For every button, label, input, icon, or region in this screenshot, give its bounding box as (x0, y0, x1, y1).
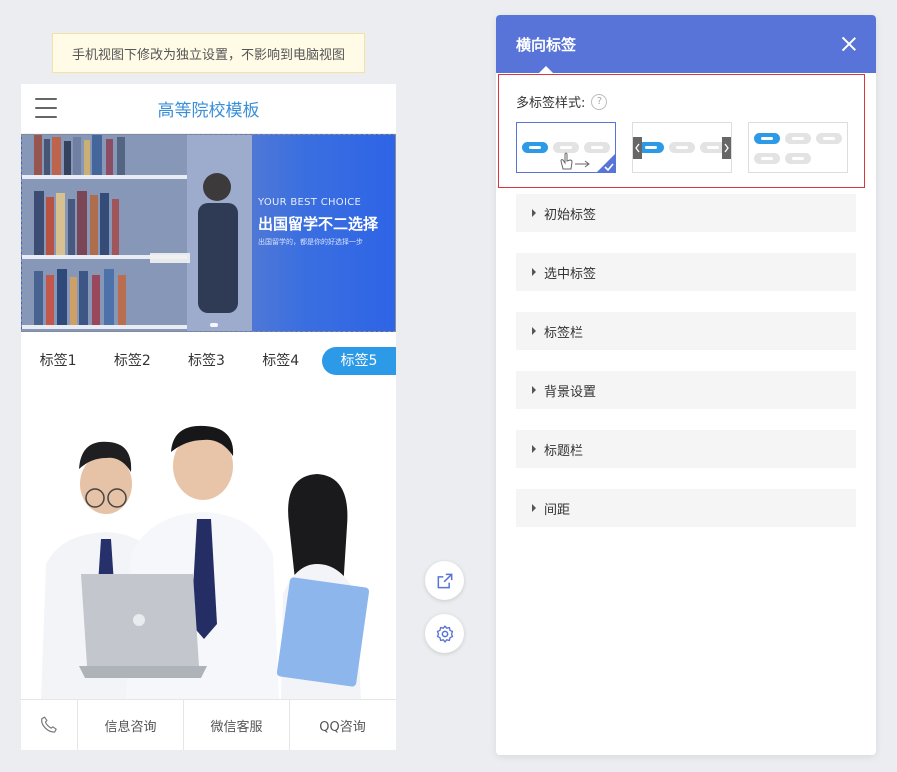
hand-swipe-icon (560, 152, 590, 170)
section-label: 间距 (544, 502, 571, 518)
share-button[interactable] (425, 561, 464, 600)
section-label: 背景设置 (544, 384, 597, 400)
panel-title: 横向标签 (516, 35, 577, 54)
banner-subtext: 出国留学的，都是你的好选择一步 (258, 238, 363, 246)
section-label: 标题栏 (544, 443, 584, 459)
students-photo (21, 414, 396, 700)
section-spacing[interactable]: 间距 (516, 489, 856, 527)
expand-arrow-icon (532, 445, 536, 453)
section-label: 初始标签 (544, 207, 597, 223)
style-option-arrows[interactable] (632, 122, 732, 173)
banner-headline: 出国留学不二选择 (258, 215, 379, 233)
banner-english-tagline: YOUR BEST CHOICE (258, 197, 362, 208)
style-option-wrap[interactable] (748, 122, 848, 173)
expand-arrow-icon (532, 268, 536, 276)
phone-preview: 高等院校模板 YOUR BEST CHOICE 出国留学不二选择 出国留学的，都… (21, 84, 396, 750)
expand-arrow-icon (532, 504, 536, 512)
phone-header: 高等院校模板 (21, 84, 396, 134)
tab-2[interactable]: 标签2 (95, 347, 169, 375)
footer-info-consult[interactable]: 信息咨询 (77, 700, 183, 750)
chevron-left-icon (635, 143, 640, 153)
mobile-view-notice: 手机视图下修改为独立设置，不影响到电脑视图 (52, 33, 365, 73)
expand-arrow-icon (532, 386, 536, 394)
horizontal-tab-bar: 标签1 标签2 标签3 标签4 标签5 (21, 346, 396, 376)
tab-5[interactable]: 标签5 (321, 347, 396, 375)
section-label: 选中标签 (544, 266, 597, 282)
footer-wechat-service[interactable]: 微信客服 (183, 700, 289, 750)
style-label-row: 多标签样式: ? (516, 92, 608, 111)
tab-4[interactable]: 标签4 (244, 347, 318, 375)
share-icon (437, 573, 452, 588)
phone-footer-bar: 信息咨询 微信客服 QQ咨询 (21, 699, 396, 750)
settings-button[interactable] (425, 614, 464, 653)
section-selected-tab[interactable]: 选中标签 (516, 253, 856, 291)
menu-icon[interactable] (35, 98, 57, 118)
expand-arrow-icon (532, 209, 536, 217)
section-initial-tab[interactable]: 初始标签 (516, 194, 856, 232)
tab-1[interactable]: 标签1 (21, 347, 95, 375)
style-label: 多标签样式: (516, 96, 586, 111)
multi-tab-style-group: 多标签样式: ? (498, 74, 865, 188)
close-icon[interactable] (842, 37, 856, 51)
horizontal-tab-settings-panel: 横向标签 多标签样式: ? 初始标签 选中标签 标签栏 背景设置 标题栏 间距 (496, 15, 876, 755)
chevron-right-icon (724, 143, 729, 153)
banner-indicator[interactable] (210, 323, 218, 327)
help-icon[interactable]: ? (591, 93, 608, 110)
style-option-swipe[interactable] (516, 122, 616, 173)
section-tab-bar[interactable]: 标签栏 (516, 312, 856, 350)
site-title: 高等院校模板 (157, 101, 260, 121)
expand-arrow-icon (532, 327, 536, 335)
checkmark-icon (604, 163, 614, 171)
bookshelf-illustration (22, 135, 252, 331)
section-title-bar[interactable]: 标题栏 (516, 430, 856, 468)
panel-header: 横向标签 (496, 15, 876, 73)
phone-call-button[interactable] (21, 700, 77, 750)
banner-image[interactable]: YOUR BEST CHOICE 出国留学不二选择 出国留学的，都是你的好选择一… (21, 134, 396, 332)
phone-icon (41, 716, 57, 733)
gear-icon (436, 624, 453, 643)
footer-qq-consult[interactable]: QQ咨询 (289, 700, 395, 750)
header-caret (539, 66, 553, 73)
section-label: 标签栏 (544, 325, 584, 341)
section-background[interactable]: 背景设置 (516, 371, 856, 409)
tab-3[interactable]: 标签3 (169, 347, 243, 375)
